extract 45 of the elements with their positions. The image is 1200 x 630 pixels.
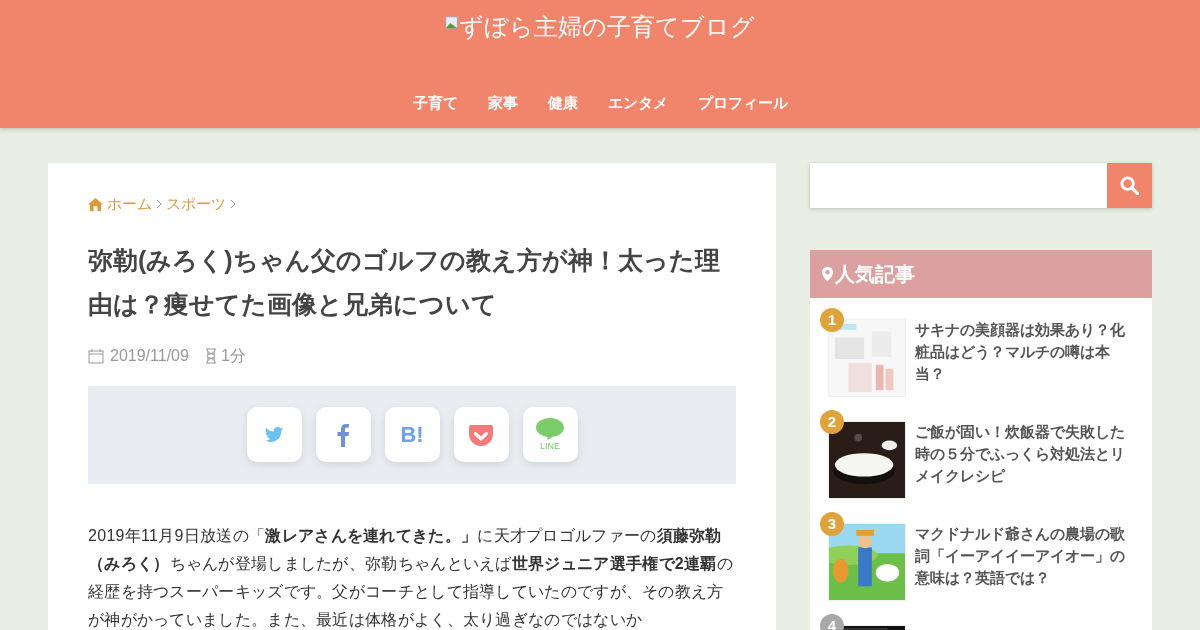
article-link-title[interactable]: ご飯が固い！炊飯器で失敗した時の５分でふっくら対処法とリメイクレシピ xyxy=(915,421,1132,499)
popular-article[interactable]: 3 マクドナルド爺さんの農場の歌詞「イーアイイーアイオー」の意味は？英語では？ xyxy=(820,512,1132,601)
rank-badge: 4 xyxy=(820,614,844,630)
article-link-title[interactable]: サキナの美顔器は効果あり？化粧品はどう？マルチの噂は本当？ xyxy=(915,319,1132,397)
chevron-icon xyxy=(156,199,162,210)
popular-article[interactable]: 4 xyxy=(820,614,1132,630)
search-field[interactable] xyxy=(810,163,1152,208)
nav-link[interactable]: 家事 xyxy=(487,92,518,115)
search-button[interactable] xyxy=(1107,163,1152,208)
pocket-icon xyxy=(468,423,494,446)
speech-bubble-icon xyxy=(536,418,564,440)
article-paragraph: 2019年11月9日放送の「激レアさんを連れてきた。」に天才プロゴルファーの須藤弥勒（みろく）ちゃんが登場しましたが、弥勒ちゃんといえば世界ジュニア選手権で2連覇の経歴を持つスーパーキッズです。父がコーチとして指導していたのですが、その教え方が神がかっていました。また、最近は体格がよく、太り過ぎなのではないか xyxy=(88,525,734,630)
share-button[interactable]: B! xyxy=(384,407,440,462)
bird-icon xyxy=(262,424,286,445)
article-title: 弥勒(みろく)ちゃん父のゴルフの教え方が神！太った理由は？痩せてた画像と兄弟について xyxy=(88,244,721,320)
breadcrumb-link[interactable]: スポーツ xyxy=(166,193,226,216)
nav-link[interactable]: プロフィール xyxy=(697,92,788,115)
facebook-icon xyxy=(337,422,349,447)
hatena-label: B! xyxy=(400,423,424,446)
rank-badge: 1 xyxy=(820,308,844,332)
chevron-icon xyxy=(230,199,236,210)
hourglass-icon xyxy=(204,347,217,364)
breadcrumb-link[interactable]: ホーム xyxy=(107,193,152,216)
share-button[interactable] xyxy=(246,407,302,462)
search-icon xyxy=(1120,176,1139,195)
nav-link[interactable]: 健康 xyxy=(547,92,578,115)
map-pin-icon xyxy=(822,266,833,282)
popular-article[interactable]: 1 サキナの美顔器は効果あり？化粧品はどう？マルチの噂は本当？ xyxy=(820,308,1132,397)
broken-image-icon xyxy=(445,16,459,30)
post-date: 2019/11/09 xyxy=(110,345,189,366)
article-link-title[interactable]: マクドナルド爺さんの農場の歌詞「イーアイイーアイオー」の意味は？英語では？ xyxy=(915,523,1132,601)
share-button[interactable] xyxy=(315,407,371,462)
site-title[interactable]: ずぼら主婦の子育てブログ xyxy=(459,12,755,42)
nav-link[interactable]: エンタメ xyxy=(607,92,668,115)
share-button[interactable] xyxy=(453,407,509,462)
read-time: 1分 xyxy=(220,345,246,366)
rank-badge: 3 xyxy=(820,512,844,536)
nav-link[interactable]: 子育て xyxy=(412,92,458,115)
widget-title: 人気記事 xyxy=(835,262,915,287)
home-icon xyxy=(88,197,103,211)
share-button[interactable]: LINE xyxy=(522,407,578,462)
line-label: LINE xyxy=(540,442,560,451)
popular-article[interactable]: 2 ご飯が固い！炊飯器で失敗した時の５分でふっくら対処法とリメイクレシピ xyxy=(820,410,1132,499)
rank-badge: 2 xyxy=(820,410,844,434)
calendar-icon xyxy=(88,347,104,364)
